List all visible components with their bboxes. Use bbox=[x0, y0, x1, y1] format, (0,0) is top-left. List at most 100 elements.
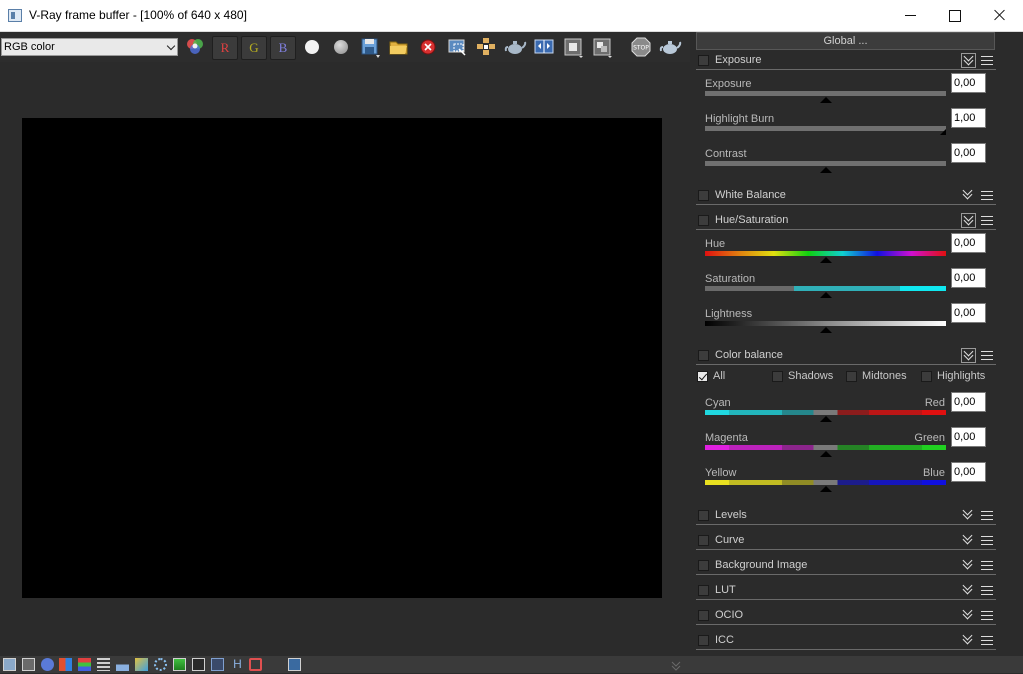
highlight-burn-slider-thumb[interactable] bbox=[940, 129, 946, 135]
collapse-icon[interactable] bbox=[961, 53, 976, 68]
menu-icon[interactable] bbox=[981, 511, 993, 520]
expand-icon[interactable] bbox=[961, 558, 976, 573]
red-channel-button[interactable]: R bbox=[212, 36, 238, 60]
expand-icon[interactable] bbox=[961, 583, 976, 598]
histogram-icon[interactable] bbox=[116, 658, 129, 671]
test-resolution-icon[interactable] bbox=[173, 658, 186, 671]
contrast-slider-track[interactable] bbox=[705, 161, 946, 166]
menu-icon[interactable] bbox=[981, 561, 993, 570]
lens-icon[interactable] bbox=[135, 658, 148, 671]
expand-icon[interactable] bbox=[961, 633, 976, 648]
save-icon[interactable] bbox=[358, 35, 382, 59]
yellow-blue-slider-track[interactable] bbox=[705, 480, 946, 485]
range-highlights-checkbox[interactable] bbox=[921, 371, 932, 382]
open-folder-icon[interactable] bbox=[387, 35, 411, 59]
range-shadows-checkbox[interactable] bbox=[772, 371, 783, 382]
contrast-slider-thumb[interactable] bbox=[819, 167, 832, 173]
menu-icon[interactable] bbox=[981, 611, 993, 620]
stats-icon[interactable] bbox=[97, 658, 110, 671]
curve-header[interactable]: Curve bbox=[696, 532, 996, 550]
region-render-icon[interactable] bbox=[445, 35, 469, 59]
exposure-value-field[interactable]: 0,00 bbox=[951, 73, 986, 93]
dispersion-icon[interactable] bbox=[154, 658, 167, 671]
color-clamp-icon[interactable] bbox=[59, 658, 72, 671]
expand-icon[interactable] bbox=[961, 508, 976, 523]
resize-grip-icon[interactable] bbox=[670, 658, 682, 671]
range-all-checkbox[interactable] bbox=[697, 371, 708, 382]
clear-icon[interactable] bbox=[416, 35, 440, 59]
expand-icon[interactable] bbox=[961, 533, 976, 548]
menu-icon[interactable] bbox=[981, 56, 993, 65]
collapse-icon[interactable] bbox=[961, 348, 976, 363]
history-icon[interactable] bbox=[22, 658, 35, 671]
yellow-blue-slider-thumb[interactable] bbox=[819, 486, 832, 492]
lightness-value-field[interactable]: 0,00 bbox=[951, 303, 986, 323]
lightness-slider-track[interactable] bbox=[705, 321, 946, 326]
info-icon[interactable] bbox=[41, 658, 54, 671]
yellow-blue-value-field[interactable]: 0,00 bbox=[951, 462, 986, 482]
lut-icon[interactable] bbox=[211, 658, 224, 671]
lut-header[interactable]: LUT bbox=[696, 582, 996, 600]
levels-header[interactable]: Levels bbox=[696, 507, 996, 525]
exposure-header[interactable]: Exposure bbox=[696, 52, 996, 70]
channel-select[interactable]: RGB color bbox=[1, 38, 178, 56]
show-panel-icon[interactable] bbox=[3, 658, 16, 671]
cyan-red-value-field[interactable]: 0,00 bbox=[951, 392, 986, 412]
exposure-checkbox[interactable] bbox=[698, 55, 709, 66]
maximize-icon[interactable] bbox=[931, 0, 977, 31]
compare-icon[interactable] bbox=[532, 35, 556, 59]
range-midtones-checkbox[interactable] bbox=[846, 371, 857, 382]
hue-saturation-checkbox[interactable] bbox=[698, 215, 709, 226]
stop-icon[interactable]: STOP bbox=[629, 35, 653, 59]
color-balance-header[interactable]: Color balance bbox=[696, 347, 996, 365]
menu-icon[interactable] bbox=[981, 536, 993, 545]
collapse-icon[interactable] bbox=[961, 213, 976, 228]
white-circle-icon[interactable] bbox=[300, 35, 324, 59]
green-channel-button[interactable]: G bbox=[241, 36, 267, 60]
follow-mouse-icon[interactable] bbox=[192, 658, 205, 671]
exposure-slider-thumb[interactable] bbox=[819, 97, 832, 103]
highlight-burn-value-field[interactable]: 1,00 bbox=[951, 108, 986, 128]
menu-icon[interactable] bbox=[981, 351, 993, 360]
menu-icon[interactable] bbox=[981, 586, 993, 595]
bucket-icon[interactable] bbox=[249, 658, 262, 671]
white-balance-checkbox[interactable] bbox=[698, 190, 709, 201]
magenta-green-slider-thumb[interactable] bbox=[819, 451, 832, 457]
cyan-red-slider-thumb[interactable] bbox=[819, 416, 832, 422]
icc-header[interactable]: ICC bbox=[696, 632, 996, 650]
menu-icon[interactable] bbox=[981, 216, 993, 225]
menu-icon[interactable] bbox=[981, 636, 993, 645]
lens-effects-icon[interactable] bbox=[561, 35, 585, 59]
ocio-checkbox[interactable] bbox=[698, 610, 709, 621]
hue-value-field[interactable]: 0,00 bbox=[951, 233, 986, 253]
color-wheels-icon[interactable] bbox=[183, 35, 207, 59]
ocio-header[interactable]: OCIO bbox=[696, 607, 996, 625]
stamp-icon[interactable] bbox=[288, 658, 301, 671]
render-elements-icon[interactable] bbox=[590, 35, 614, 59]
grey-circle-icon[interactable] bbox=[329, 35, 353, 59]
icc-checkbox[interactable] bbox=[698, 635, 709, 646]
pixel-info-icon[interactable] bbox=[78, 658, 91, 671]
background-image-checkbox[interactable] bbox=[698, 560, 709, 571]
menu-icon[interactable] bbox=[981, 191, 993, 200]
curve-checkbox[interactable] bbox=[698, 535, 709, 546]
hdr-icon[interactable]: H bbox=[231, 658, 244, 671]
levels-checkbox[interactable] bbox=[698, 510, 709, 521]
track-mouse-icon[interactable] bbox=[474, 35, 498, 59]
contrast-value-field[interactable]: 0,00 bbox=[951, 143, 986, 163]
magenta-green-slider-track[interactable] bbox=[705, 445, 946, 450]
render-image[interactable] bbox=[22, 118, 662, 598]
lightness-slider-thumb[interactable] bbox=[819, 327, 832, 333]
global-button[interactable]: Global ... bbox=[696, 32, 995, 50]
expand-icon[interactable] bbox=[961, 608, 976, 623]
minimize-icon[interactable] bbox=[887, 0, 933, 31]
lut-checkbox[interactable] bbox=[698, 585, 709, 596]
hue-slider-track[interactable] bbox=[705, 251, 946, 256]
render-teapot-icon[interactable] bbox=[658, 35, 682, 59]
white-balance-header[interactable]: White Balance bbox=[696, 187, 996, 205]
blue-channel-button[interactable]: B bbox=[270, 36, 296, 60]
hue-slider-thumb[interactable] bbox=[819, 257, 832, 263]
hue-saturation-header[interactable]: Hue/Saturation bbox=[696, 212, 996, 230]
teapot-icon[interactable] bbox=[503, 35, 527, 59]
exposure-slider-track[interactable] bbox=[705, 91, 946, 96]
